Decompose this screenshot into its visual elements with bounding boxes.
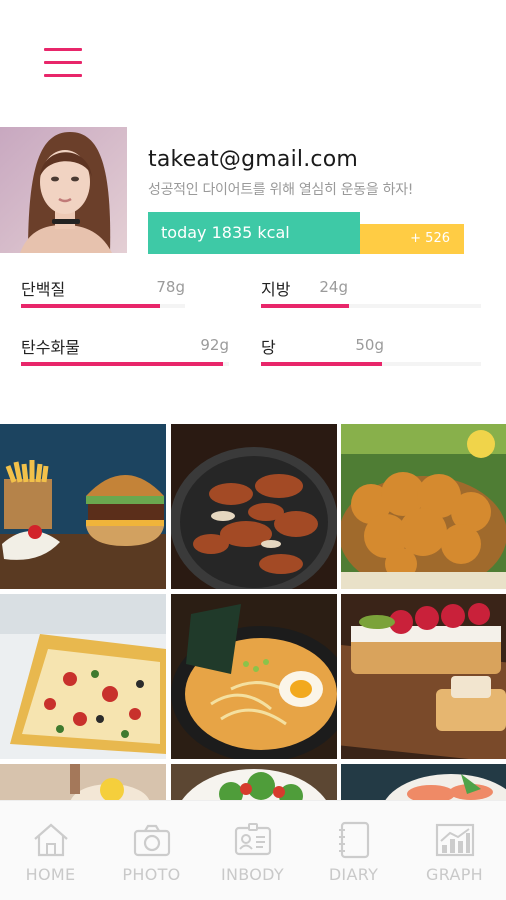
- tab-diary[interactable]: DIARY: [303, 801, 404, 900]
- tab-inbody-label: INBODY: [221, 865, 284, 884]
- strawberry-toast-icon: [341, 594, 506, 759]
- user-email: takeat@gmail.com: [148, 147, 358, 172]
- camera-icon: [133, 824, 170, 857]
- tab-home-label: HOME: [25, 865, 76, 884]
- nutrient-fill: [21, 362, 223, 366]
- bbq-meat-icon: [171, 424, 337, 589]
- menu-line: [44, 74, 82, 77]
- user-slogan: 성공적인 다이어트를 위해 열심히 운동을 하자!: [148, 182, 414, 198]
- avatar-photo: [0, 127, 127, 253]
- nutrient-protein: 단백질 78g: [21, 270, 185, 314]
- nutrient-label: 지방: [261, 280, 291, 299]
- nutrient-fat: 지방 24g: [261, 270, 481, 314]
- pizza-icon: [0, 594, 166, 759]
- bottom-tab-bar: HOME PHOTO INBODY DIARY GRAPH: [0, 800, 506, 900]
- profile-section: takeat@gmail.com 성공적인 다이어트를 위해 열심히 운동을 하…: [0, 127, 506, 255]
- nutrient-fill: [261, 362, 382, 366]
- salad-icon: [171, 764, 337, 800]
- tab-graph-label: GRAPH: [426, 865, 483, 884]
- today-kcal-bar: today 1835 kcal: [148, 212, 360, 254]
- nutrient-label: 당: [261, 338, 276, 357]
- menu-icon[interactable]: [44, 48, 82, 78]
- nutrient-value: 24g: [319, 278, 348, 296]
- tab-diary-label: DIARY: [328, 865, 379, 884]
- food-photo-bbq[interactable]: [171, 424, 337, 589]
- tab-inbody[interactable]: INBODY: [202, 801, 303, 900]
- food-photo-salad[interactable]: [171, 764, 337, 800]
- nutrient-value: 92g: [200, 336, 229, 354]
- nutrient-carbs: 탄수화물 92g: [21, 328, 229, 372]
- nutrient-label: 탄수화물: [21, 338, 80, 357]
- nutrient-sugar: 당 50g: [261, 328, 481, 372]
- food-photo-chicken[interactable]: [341, 424, 506, 589]
- nutrient-track: [261, 304, 481, 308]
- nutrient-value: 50g: [355, 336, 384, 354]
- home-icon: [33, 823, 68, 857]
- id-card-icon: [234, 823, 271, 856]
- chart-icon: [435, 823, 474, 857]
- tab-home[interactable]: HOME: [0, 801, 101, 900]
- food-photo-grid: [0, 424, 506, 800]
- tab-graph[interactable]: GRAPH: [404, 801, 505, 900]
- food-photo-salmon[interactable]: [341, 764, 506, 800]
- ramen-icon: [171, 594, 337, 759]
- food-photo-strawberry[interactable]: [341, 594, 506, 759]
- fried-chicken-icon: [341, 424, 506, 589]
- food-photo-pizza[interactable]: [0, 594, 166, 759]
- tab-photo[interactable]: PHOTO: [101, 801, 202, 900]
- nutrient-track: [21, 304, 185, 308]
- food-photo-dessert[interactable]: [0, 764, 166, 800]
- nutrient-summary: 단백질 78g 지방 24g 탄수화물 92g 당 50g: [0, 270, 506, 380]
- dessert-icon: [0, 764, 166, 800]
- nutrient-track: [261, 362, 481, 366]
- nutrient-fill: [261, 304, 349, 308]
- food-photo-ramen[interactable]: [171, 594, 337, 759]
- nutrient-label: 단백질: [21, 280, 66, 299]
- nutrient-track: [21, 362, 229, 366]
- notebook-icon: [338, 821, 369, 859]
- nutrient-fill: [21, 304, 161, 308]
- kcal-progress: today 1835 kcal + 526: [148, 212, 464, 255]
- menu-line: [44, 61, 82, 64]
- menu-line: [44, 48, 82, 51]
- burger-fries-icon: [0, 424, 166, 589]
- nutrient-value: 78g: [156, 278, 185, 296]
- food-photo-burger[interactable]: [0, 424, 166, 589]
- salmon-icon: [341, 764, 506, 800]
- avatar[interactable]: [0, 127, 127, 253]
- extra-kcal-badge: + 526: [360, 224, 464, 254]
- tab-photo-label: PHOTO: [122, 865, 181, 884]
